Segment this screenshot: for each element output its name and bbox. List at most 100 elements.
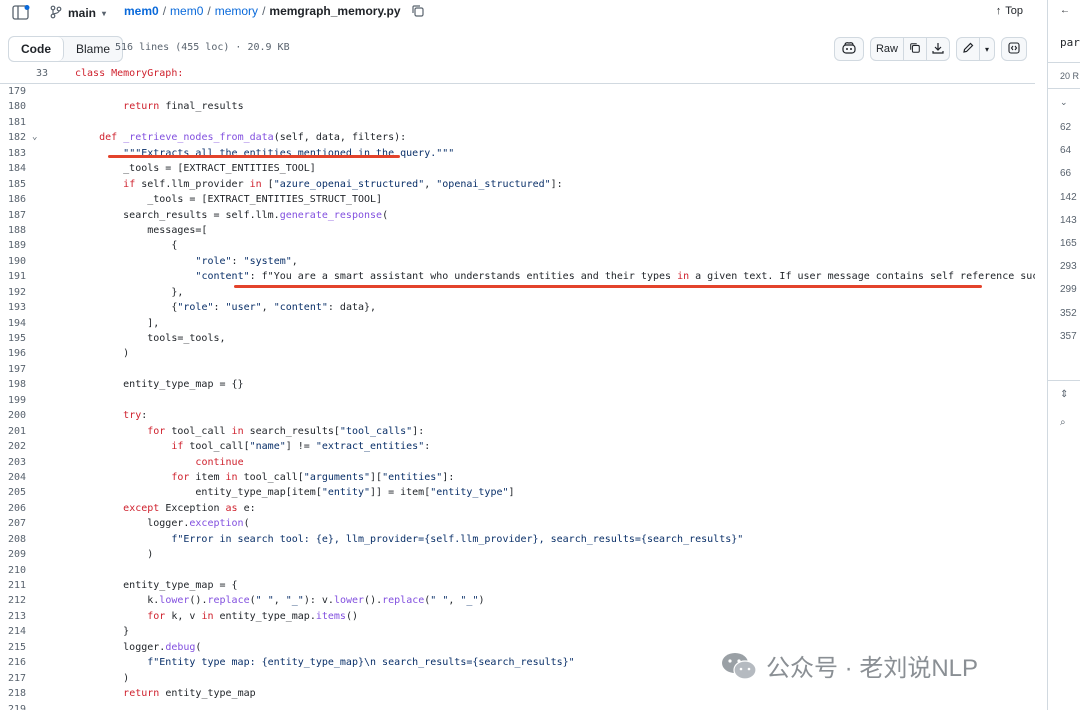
- code-line: 208 f"Error in search tool: {e}, llm_pro…: [0, 532, 1035, 547]
- branch-selector[interactable]: main ▾: [44, 2, 112, 24]
- line-number[interactable]: 212: [0, 593, 26, 608]
- back-arrow-icon[interactable]: ←: [1060, 5, 1070, 16]
- line-number[interactable]: 194: [0, 316, 26, 331]
- code-text: if tool_call["name"] != "extract_entitie…: [171, 441, 431, 453]
- chevron-down-icon: ▾: [984, 44, 989, 54]
- code-line: 193 {"role": "user", "content": data},: [0, 300, 1035, 315]
- symbols-panel-button[interactable]: [1001, 37, 1027, 61]
- line-number[interactable]: 200: [0, 408, 26, 423]
- line-number[interactable]: 201: [0, 424, 26, 439]
- code-line: 219: [0, 702, 1035, 710]
- line-number[interactable]: 184: [0, 161, 26, 176]
- line-number[interactable]: 209: [0, 547, 26, 562]
- code-line: 211 entity_type_map = {: [0, 578, 1035, 593]
- chevron-down-icon[interactable]: ⌄: [1060, 97, 1068, 108]
- copilot-button[interactable]: [833, 37, 864, 61]
- line-number[interactable]: 179: [0, 84, 26, 99]
- raw-button[interactable]: Raw: [871, 38, 904, 60]
- line-number[interactable]: 203: [0, 455, 26, 470]
- symbols-sidebar: ← par 20 R ⌄ 62 64 66 142 143 165 293 299 352 357…: [1047, 0, 1080, 710]
- line-number[interactable]: 189: [0, 238, 26, 253]
- line-number[interactable]: 193: [0, 300, 26, 315]
- code-line: 206 except Exception as e:: [0, 501, 1035, 516]
- code-text: if self.llm_provider in ["azure_openai_s…: [123, 178, 563, 190]
- code-text: }: [75, 626, 130, 638]
- symbol-result-line[interactable]: 142: [1060, 192, 1077, 203]
- annotation-underline: [234, 285, 982, 288]
- line-number[interactable]: 214: [0, 624, 26, 639]
- code-line: 186 _tools = [EXTRACT_ENTITIES_STRUCT_TO…: [0, 192, 1035, 207]
- line-number[interactable]: 211: [0, 578, 26, 593]
- line-number[interactable]: 217: [0, 671, 26, 686]
- tab-code[interactable]: Code: [9, 37, 64, 61]
- line-number[interactable]: 195: [0, 331, 26, 346]
- line-number[interactable]: 191: [0, 269, 26, 284]
- line-number[interactable]: 190: [0, 254, 26, 269]
- line-number[interactable]: 202: [0, 439, 26, 454]
- line-number[interactable]: 218: [0, 686, 26, 701]
- line-number[interactable]: 219: [0, 702, 26, 710]
- line-number[interactable]: 198: [0, 377, 26, 392]
- line-number[interactable]: 180: [0, 99, 26, 114]
- code-line: 201 for tool_call in search_results["too…: [0, 424, 1035, 439]
- code-line: 191 "content": f"You are a smart assista…: [0, 269, 1035, 284]
- symbol-result-line[interactable]: 357: [1060, 331, 1077, 342]
- code-text: logger.debug(: [75, 641, 202, 653]
- breadcrumb-repo[interactable]: mem0: [124, 4, 159, 18]
- code-text: "content": f"You are a smart assistant w…: [195, 271, 1035, 283]
- view-switcher: Code Blame: [8, 36, 124, 62]
- edit-button[interactable]: [957, 38, 980, 60]
- copy-raw-button[interactable]: [904, 38, 927, 60]
- search-icon[interactable]: ⌕: [1060, 417, 1066, 428]
- symbol-result-line[interactable]: 299: [1060, 284, 1077, 295]
- line-number[interactable]: 183: [0, 146, 26, 161]
- code-text: f"Entity type map: {entity_type_map}\n s…: [147, 657, 575, 669]
- symbol-result-line[interactable]: 64: [1060, 145, 1071, 156]
- line-number[interactable]: 188: [0, 223, 26, 238]
- line-number[interactable]: 215: [0, 640, 26, 655]
- line-number[interactable]: 205: [0, 485, 26, 500]
- line-number[interactable]: 181: [0, 115, 26, 130]
- edit-menu-button[interactable]: ▾: [980, 38, 994, 60]
- line-number[interactable]: 213: [0, 609, 26, 624]
- line-number[interactable]: 182: [0, 130, 26, 145]
- line-number[interactable]: 197: [0, 362, 26, 377]
- line-number[interactable]: 187: [0, 208, 26, 223]
- line-number[interactable]: 216: [0, 655, 26, 670]
- expand-icon[interactable]: ⇕: [1060, 389, 1068, 400]
- symbol-result-line[interactable]: 66: [1060, 168, 1071, 179]
- divider: [1048, 88, 1080, 89]
- symbol-result-line[interactable]: 62: [1060, 122, 1071, 133]
- copy-icon[interactable]: [411, 4, 425, 18]
- watermark-text: 公众号 · 老刘说NLP: [766, 655, 979, 682]
- code-line: 187 search_results = self.llm.generate_r…: [0, 208, 1035, 223]
- breadcrumb-dir[interactable]: mem0: [170, 4, 203, 18]
- code-line: 184 _tools = [EXTRACT_ENTITIES_TOOL]: [0, 161, 1035, 176]
- line-number[interactable]: 185: [0, 177, 26, 192]
- code-text: for item in tool_call["arguments"]["enti…: [171, 471, 455, 483]
- code-line: 204 for item in tool_call["arguments"]["…: [0, 470, 1035, 485]
- line-number[interactable]: 208: [0, 532, 26, 547]
- line-number[interactable]: 207: [0, 516, 26, 531]
- code-line: 179: [0, 84, 1035, 99]
- symbol-result-line[interactable]: 165: [1060, 238, 1077, 249]
- line-number[interactable]: 199: [0, 393, 26, 408]
- download-button[interactable]: [927, 38, 949, 60]
- code-line: 195 tools=_tools,: [0, 331, 1035, 346]
- line-number[interactable]: 186: [0, 192, 26, 207]
- top-button[interactable]: ↑ Top: [996, 5, 1023, 17]
- symbol-result-line[interactable]: 293: [1060, 261, 1077, 272]
- code-line: 218 return entity_type_map: [0, 686, 1035, 701]
- code-line: 196 ): [0, 346, 1035, 361]
- breadcrumb-dir[interactable]: memory: [215, 4, 258, 18]
- line-number[interactable]: 196: [0, 346, 26, 361]
- sidebar-toggle-icon[interactable]: [12, 5, 30, 21]
- symbol-result-line[interactable]: 352: [1060, 308, 1077, 319]
- line-number[interactable]: 192: [0, 285, 26, 300]
- fold-chevron-icon[interactable]: ⌄: [32, 130, 37, 145]
- symbol-result-line[interactable]: 143: [1060, 215, 1077, 226]
- tab-blame[interactable]: Blame: [64, 37, 122, 61]
- line-number[interactable]: 204: [0, 470, 26, 485]
- line-number[interactable]: 210: [0, 563, 26, 578]
- line-number[interactable]: 206: [0, 501, 26, 516]
